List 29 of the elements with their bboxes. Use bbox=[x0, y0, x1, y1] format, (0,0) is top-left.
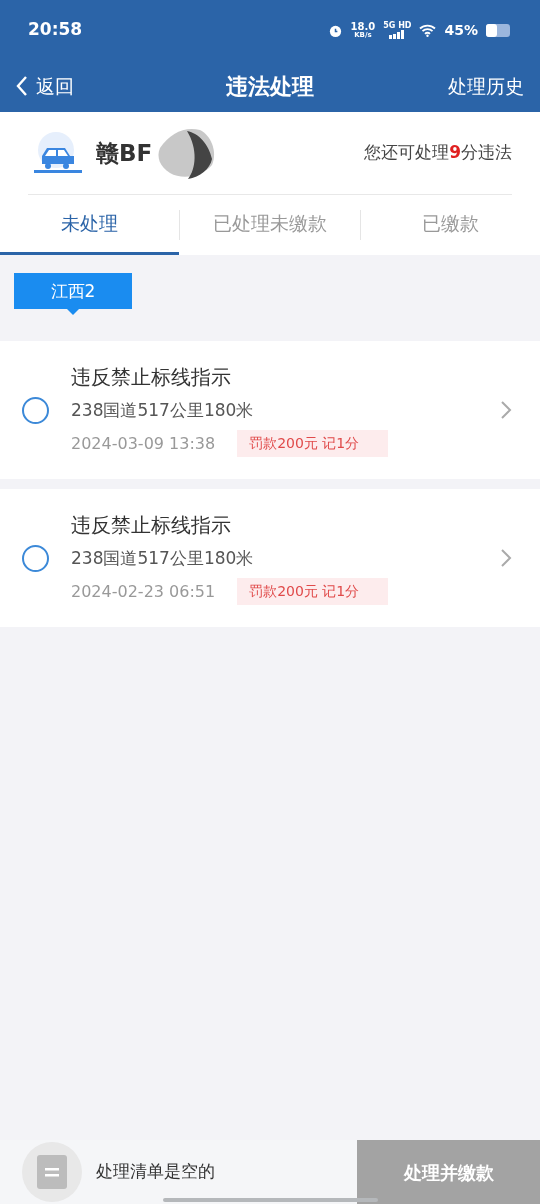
penalty-badge: 罚款200元 记1分 bbox=[237, 430, 389, 457]
select-radio[interactable] bbox=[22, 396, 49, 424]
chevron-right-icon bbox=[500, 548, 512, 568]
cart-status: 处理清单是空的 bbox=[96, 1160, 215, 1184]
violation-card[interactable]: 违反禁止标线指示 238国道517公里180米 2024-03-09 13:38 罚款200元 记1分 bbox=[0, 341, 540, 479]
network-speed: 18.0 bbox=[350, 21, 376, 32]
battery-icon bbox=[486, 23, 512, 37]
violation-location: 238国道517公里180米 bbox=[71, 547, 255, 570]
violation-time: 2024-03-09 13:38 bbox=[71, 432, 216, 455]
back-button[interactable]: 返回 bbox=[16, 71, 74, 101]
signal-icon bbox=[389, 29, 406, 39]
back-icon bbox=[16, 75, 28, 97]
chevron-right-icon bbox=[500, 400, 512, 420]
penalty-badge: 罚款200元 记1分 bbox=[237, 578, 389, 605]
network-type: 5G HD bbox=[383, 21, 412, 30]
violation-title: 违反禁止标线指示 bbox=[71, 512, 232, 539]
violation-time: 2024-02-23 06:51 bbox=[71, 580, 216, 603]
wifi-icon bbox=[419, 23, 437, 37]
violation-title: 违反禁止标线指示 bbox=[71, 364, 232, 391]
violation-card[interactable]: 违反禁止标线指示 238国道517公里180米 2024-02-23 06:51 罚款200元 记1分 bbox=[0, 489, 540, 627]
select-radio[interactable] bbox=[22, 544, 49, 572]
status-time: 20:58 bbox=[28, 18, 83, 42]
history-link[interactable]: 处理历史 bbox=[448, 71, 524, 101]
battery-percent: 45% bbox=[444, 20, 478, 40]
tab[interactable]: 未处理 bbox=[0, 195, 180, 255]
license-plate: 赣BF bbox=[96, 138, 153, 168]
page-title: 违法处理 bbox=[226, 72, 314, 101]
remaining-points-text: 您还可处理9分违法 bbox=[364, 141, 512, 165]
violation-location: 238国道517公里180米 bbox=[71, 399, 255, 422]
